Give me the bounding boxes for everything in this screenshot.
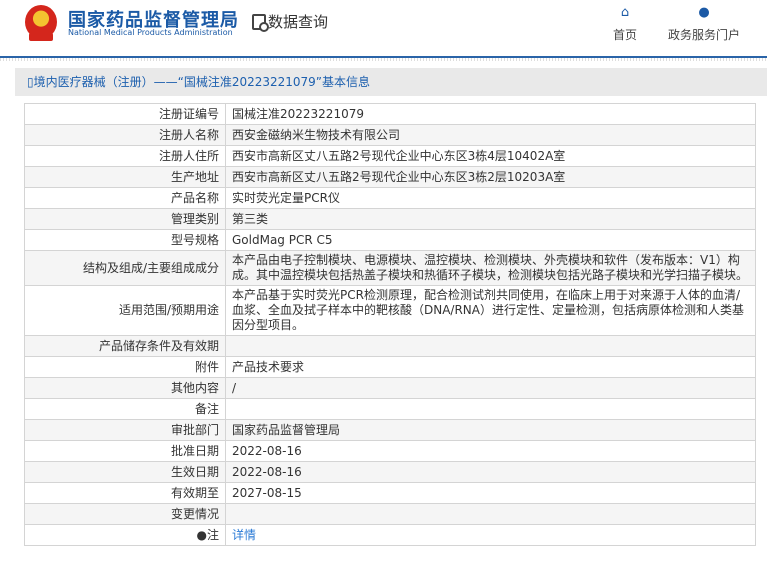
table-row: 附件 产品技术要求	[24, 356, 756, 378]
table-row: 其他内容 /	[24, 377, 756, 399]
row-value: /	[225, 377, 756, 399]
row-value: 实时荧光定量PCR仪	[225, 187, 756, 209]
row-value: 本产品基于实时荧光PCR检测原理，配合检测试剂共同使用，在临床上用于对来源于人体…	[225, 285, 756, 336]
table-row: 注册人住所 西安市高新区丈八五路2号现代企业中心东区3栋4层10402A室	[24, 145, 756, 167]
row-label: 产品储存条件及有效期	[24, 335, 226, 357]
national-emblem-logo	[25, 5, 57, 41]
home-icon: ⌂	[620, 5, 630, 20]
row-label: 结构及组成/主要组成成分	[24, 250, 226, 286]
row-value: 本产品由电子控制模块、电源模块、温控模块、检测模块、外壳模块和软件（发布版本：V…	[225, 250, 756, 286]
row-label: 批准日期	[24, 440, 226, 462]
detail-table: 注册证编号 国械注准20223221079 注册人名称 西安金磁纳米生物技术有限公司注…	[24, 103, 756, 546]
row-label: 附件	[24, 356, 226, 378]
note-label: 注	[206, 527, 219, 542]
row-label: 产品名称	[24, 187, 226, 209]
data-query-title[interactable]: 数据查询	[252, 11, 328, 32]
row-value: 第三类	[225, 208, 756, 230]
row-value	[225, 503, 756, 525]
site-header: 国家药品监督管理局 National Medical Products Admi…	[0, 0, 767, 61]
row-value: 西安市高新区丈八五路2号现代企业中心东区3栋2层10203A室	[225, 166, 756, 188]
row-label: 审批部门	[24, 419, 226, 441]
row-value: 详情	[225, 524, 756, 546]
row-label: 注册人名称	[24, 124, 226, 146]
row-value: 国械注准20223221079	[225, 103, 756, 125]
nav-service-label: 政务服务门户	[668, 28, 741, 42]
table-row: 生效日期 2022-08-16	[24, 461, 756, 483]
row-label: 有效期至	[24, 482, 226, 504]
table-row: 审批部门 国家药品监督管理局	[24, 419, 756, 441]
table-row-note: ●注 详情	[24, 524, 756, 546]
breadcrumb-text: 境内医疗器械（注册）——“国械注准20223221079”基本信息	[33, 75, 371, 89]
document-icon: ▯	[27, 75, 34, 89]
table-row: 产品名称 实时荧光定量PCR仪	[24, 187, 756, 209]
row-label: 注册证编号	[24, 103, 226, 125]
user-icon: ●	[698, 5, 710, 20]
row-label: 管理类别	[24, 208, 226, 230]
table-row: 批准日期 2022-08-16	[24, 440, 756, 462]
row-value: 2022-08-16	[225, 461, 756, 483]
breadcrumb: ▯境内医疗器械（注册）——“国械注准20223221079”基本信息	[15, 68, 767, 96]
table-row: 备注	[24, 398, 756, 420]
table-row: 有效期至 2027-08-15	[24, 482, 756, 504]
row-value: GoldMag PCR C5	[225, 229, 756, 251]
row-value	[225, 335, 756, 357]
table-row: 管理类别 第三类	[24, 208, 756, 230]
row-label: ●注	[24, 524, 226, 546]
table-row: 注册人名称 西安金磁纳米生物技术有限公司	[24, 124, 756, 146]
nav-home-label: 首页	[613, 28, 638, 42]
row-label: 备注	[24, 398, 226, 420]
details-link[interactable]: 详情	[232, 528, 256, 542]
row-label: 生产地址	[24, 166, 226, 188]
nav-home[interactable]: ⌂ 首页	[613, 6, 637, 43]
row-label: 生效日期	[24, 461, 226, 483]
row-value	[225, 398, 756, 420]
row-label: 型号规格	[24, 229, 226, 251]
table-row: 产品储存条件及有效期	[24, 335, 756, 357]
table-row: 变更情况	[24, 503, 756, 525]
row-value: 西安金磁纳米生物技术有限公司	[225, 124, 756, 146]
table-row: 注册证编号 国械注准20223221079	[24, 103, 756, 125]
table-row: 结构及组成/主要组成成分 本产品由电子控制模块、电源模块、温控模块、检测模块、外壳…	[24, 250, 756, 286]
table-row: 生产地址 西安市高新区丈八五路2号现代企业中心东区3栋2层10203A室	[24, 166, 756, 188]
data-search-icon	[252, 13, 269, 32]
row-value: 国家药品监督管理局	[225, 419, 756, 441]
logo-subtitle: National Medical Products Administration	[68, 28, 233, 37]
nav-service-portal[interactable]: ● 政务服务门户	[668, 6, 740, 43]
row-value: 2027-08-15	[225, 482, 756, 504]
row-label: 注册人住所	[24, 145, 226, 167]
table-row: 型号规格 GoldMag PCR C5	[24, 229, 756, 251]
data-query-label: 数据查询	[268, 13, 329, 31]
note-icon: ●	[196, 527, 207, 542]
row-value: 西安市高新区丈八五路2号现代企业中心东区3栋4层10402A室	[225, 145, 756, 167]
row-value: 2022-08-16	[225, 440, 756, 462]
table-row: 适用范围/预期用途 本产品基于实时荧光PCR检测原理，配合检测试剂共同使用，在临床…	[24, 285, 756, 336]
row-label: 适用范围/预期用途	[24, 285, 226, 336]
row-label: 变更情况	[24, 503, 226, 525]
row-value: 产品技术要求	[225, 356, 756, 378]
row-label: 其他内容	[24, 377, 226, 399]
